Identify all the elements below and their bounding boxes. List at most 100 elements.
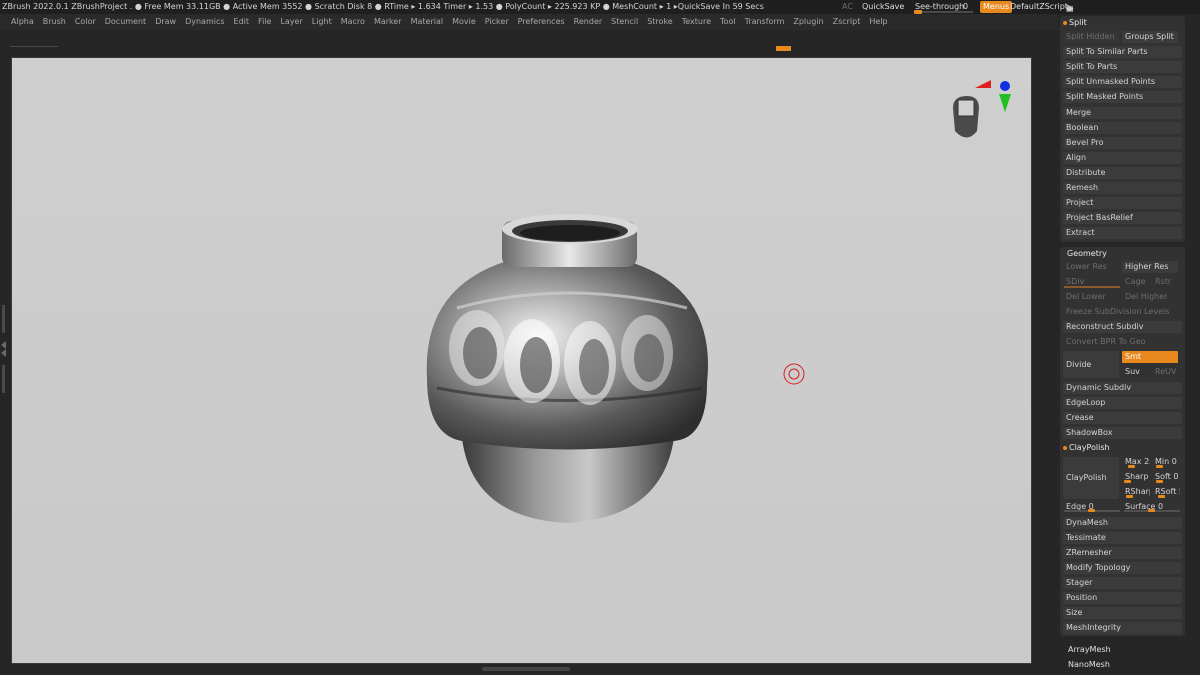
default-zscript-button[interactable]: DefaultZScript: [1010, 2, 1068, 12]
main-menu-bar: Alpha Brush Color Document Draw Dynamics Edit F…: [0, 14, 1058, 30]
extract-button[interactable]: Extract: [1063, 227, 1182, 239]
menu-draw[interactable]: Draw: [155, 14, 176, 30]
crease-button[interactable]: Crease: [1063, 412, 1182, 424]
divide-button[interactable]: Divide: [1063, 351, 1119, 378]
rstr-button[interactable]: Rstr: [1152, 276, 1180, 288]
split-masked-points-button[interactable]: Split Masked Points: [1063, 91, 1182, 103]
project-button[interactable]: Project: [1063, 197, 1182, 209]
orientation-gizmo-icon[interactable]: [945, 76, 1015, 146]
split-similar-parts-button[interactable]: Split To Similar Parts: [1063, 46, 1182, 58]
dynamesh-button[interactable]: DynaMesh: [1063, 517, 1182, 529]
geometry-title[interactable]: Geometry: [1067, 249, 1107, 259]
claypolish-title[interactable]: ClayPolish: [1063, 443, 1110, 453]
menu-stroke[interactable]: Stroke: [647, 14, 673, 30]
close-icon[interactable]: ✕: [1066, 3, 1073, 14]
bevel-pro-button[interactable]: Bevel Pro: [1063, 137, 1182, 149]
tessimate-button[interactable]: Tessimate: [1063, 532, 1182, 544]
menu-zplugin[interactable]: Zplugin: [793, 14, 823, 30]
menu-material[interactable]: Material: [411, 14, 444, 30]
claypolish-min-knob[interactable]: [1156, 465, 1163, 468]
menu-brush[interactable]: Brush: [43, 14, 66, 30]
edgeloop-button[interactable]: EdgeLoop: [1063, 397, 1182, 409]
del-higher-button[interactable]: Del Higher: [1122, 291, 1178, 303]
claypolish-max-knob[interactable]: [1128, 465, 1135, 468]
suv-toggle[interactable]: Suv: [1122, 366, 1150, 378]
shelf-divider: [10, 46, 58, 47]
reuv-toggle[interactable]: ReUV: [1152, 366, 1180, 378]
groups-split-button[interactable]: Groups Split: [1122, 31, 1178, 43]
split-unmasked-points-button[interactable]: Split Unmasked Points: [1063, 76, 1182, 88]
claypolish-max-slider[interactable]: Max 25: [1122, 456, 1150, 468]
merge-button[interactable]: Merge: [1063, 107, 1182, 119]
ac-button[interactable]: AC: [842, 2, 853, 12]
menu-preferences[interactable]: Preferences: [518, 14, 565, 30]
menu-dynamics[interactable]: Dynamics: [185, 14, 224, 30]
del-lower-button[interactable]: Del Lower: [1063, 291, 1119, 303]
convert-bpr-button[interactable]: Convert BPR To Geo: [1063, 336, 1182, 348]
distribute-button[interactable]: Distribute: [1063, 167, 1182, 179]
higher-res-button[interactable]: Higher Res: [1122, 261, 1178, 273]
dynamic-subdiv-button[interactable]: Dynamic Subdiv: [1063, 382, 1182, 394]
menu-help[interactable]: Help: [869, 14, 887, 30]
bottom-shelf-handle[interactable]: [482, 667, 570, 671]
see-through-slider[interactable]: See-through 0: [914, 1, 975, 14]
boolean-button[interactable]: Boolean: [1063, 122, 1182, 134]
menu-picker[interactable]: Picker: [485, 14, 509, 30]
menu-texture[interactable]: Texture: [682, 14, 711, 30]
quicksave-button[interactable]: QuickSave: [862, 2, 904, 12]
shadowbox-button[interactable]: ShadowBox: [1063, 427, 1182, 439]
claypolish-rsoft-knob[interactable]: [1158, 495, 1165, 498]
position-button[interactable]: Position: [1063, 592, 1182, 604]
meshintegrity-button[interactable]: MeshIntegrity: [1063, 622, 1182, 634]
align-button[interactable]: Align: [1063, 152, 1182, 164]
menu-alpha[interactable]: Alpha: [11, 14, 34, 30]
menu-zscript[interactable]: Zscript: [833, 14, 861, 30]
claypolish-rsharp-knob[interactable]: [1126, 495, 1133, 498]
menu-color[interactable]: Color: [75, 14, 96, 30]
reconstruct-subdiv-button[interactable]: Reconstruct Subdiv: [1063, 321, 1182, 333]
nanomesh-subpalette[interactable]: NanoMesh: [1068, 660, 1110, 669]
freeze-subdivision-button[interactable]: Freeze SubDivision Levels: [1063, 306, 1182, 318]
split-to-parts-button[interactable]: Split To Parts: [1063, 61, 1182, 73]
remesh-button[interactable]: Remesh: [1063, 182, 1182, 194]
menu-edit[interactable]: Edit: [234, 14, 250, 30]
menu-macro[interactable]: Macro: [341, 14, 365, 30]
claypolish-sharp-knob[interactable]: [1124, 480, 1131, 483]
menu-tool[interactable]: Tool: [720, 14, 736, 30]
menu-marker[interactable]: Marker: [374, 14, 402, 30]
left-shelf-handle[interactable]: [0, 305, 8, 395]
claypolish-edge-knob[interactable]: [1088, 509, 1095, 512]
vase-model[interactable]: [402, 213, 732, 543]
claypolish-surface-knob[interactable]: [1148, 509, 1155, 512]
smt-toggle[interactable]: Smt: [1122, 351, 1178, 363]
stager-button[interactable]: Stager: [1063, 577, 1182, 589]
claypolish-soft-knob[interactable]: [1156, 480, 1163, 483]
menu-light[interactable]: Light: [312, 14, 332, 30]
size-button[interactable]: Size: [1063, 607, 1182, 619]
tool-side-panel: Split Split Hidden Groups Split Split To…: [1058, 14, 1200, 675]
sdiv-track[interactable]: [1064, 286, 1120, 288]
menu-layer[interactable]: Layer: [280, 14, 302, 30]
menu-render[interactable]: Render: [574, 14, 602, 30]
menu-document[interactable]: Document: [105, 14, 146, 30]
menus-toggle-button[interactable]: Menus: [980, 1, 1013, 13]
menu-transform[interactable]: Transform: [745, 14, 785, 30]
modify-topology-button[interactable]: Modify Topology: [1063, 562, 1182, 574]
split-hidden-button[interactable]: Split Hidden: [1063, 31, 1119, 43]
see-through-track[interactable]: [915, 11, 973, 13]
arraymesh-subpalette[interactable]: ArrayMesh: [1068, 645, 1111, 654]
menu-stencil[interactable]: Stencil: [611, 14, 638, 30]
canvas-viewport[interactable]: [11, 57, 1032, 664]
project-basrelief-button[interactable]: Project BasRelief: [1063, 212, 1182, 224]
split-title[interactable]: Split: [1063, 18, 1087, 28]
claypolish-rsoft-slider[interactable]: RSoft 5: [1152, 486, 1180, 498]
zremesher-button[interactable]: ZRemesher: [1063, 547, 1182, 559]
menu-movie[interactable]: Movie: [452, 14, 476, 30]
cage-button[interactable]: Cage: [1122, 276, 1150, 288]
split-subpalette: Split Split Hidden Groups Split Split To…: [1060, 16, 1185, 242]
claypolish-button[interactable]: ClayPolish: [1063, 457, 1119, 499]
menu-file[interactable]: File: [258, 14, 271, 30]
collapse-dot-icon: [1063, 445, 1067, 450]
shelf-marker[interactable]: [776, 46, 791, 51]
lower-res-button[interactable]: Lower Res: [1063, 261, 1119, 273]
